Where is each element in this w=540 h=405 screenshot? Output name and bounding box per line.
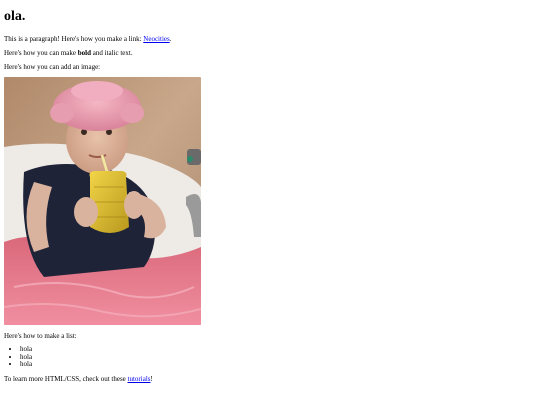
paragraph-bold: Here's how you can make bold and italic … xyxy=(4,49,536,57)
paragraph-link: This is a paragraph! Here's how you make… xyxy=(4,35,536,43)
tutorials-link[interactable]: tutorials xyxy=(128,375,151,383)
list-item: hola xyxy=(20,353,536,362)
footer-text: To learn more HTML/CSS, check out these xyxy=(4,374,128,383)
list-item: hola xyxy=(20,345,536,354)
neocities-link[interactable]: Neocities xyxy=(143,35,169,43)
page-content: ola. This is a paragraph! Here's how you… xyxy=(0,0,540,383)
bold-pre-text: Here's how you can make xyxy=(4,49,78,57)
hola-list: hola hola hola xyxy=(4,345,536,369)
bold-text: bold xyxy=(77,49,91,57)
footer-paragraph: To learn more HTML/CSS, check out these … xyxy=(4,375,536,383)
paragraph-text: This is a paragraph! Here's how you make… xyxy=(4,35,144,43)
list-intro: Here's how to make a list: xyxy=(4,332,77,340)
bold-post-text: and italic text. xyxy=(91,49,133,57)
paragraph-image-intro: Here's how you can add an image: xyxy=(4,63,101,71)
list-item: hola xyxy=(20,360,536,369)
bathtub-photo xyxy=(4,77,201,325)
footer-end: ! xyxy=(150,374,153,383)
page-title: ola. xyxy=(4,9,26,24)
paragraph-end: . xyxy=(169,35,172,43)
